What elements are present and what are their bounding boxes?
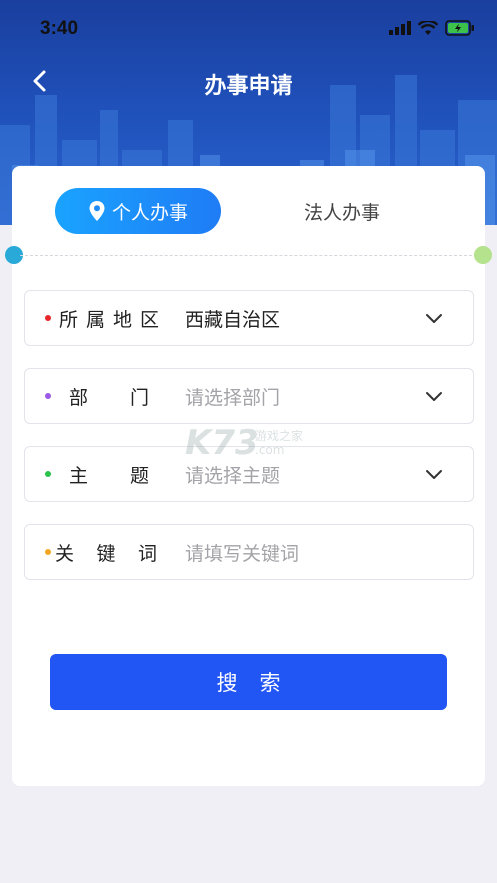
search-button[interactable]: 搜索 <box>50 654 447 710</box>
required-dot <box>45 549 51 555</box>
department-placeholder: 请选择部门 <box>185 386 281 409</box>
region-select[interactable]: 所 属 地 区 西藏自治区 <box>24 290 474 346</box>
nav-bar: 办事申请 <box>0 58 497 108</box>
region-value: 西藏自治区 <box>185 308 281 331</box>
status-bar: 3:40 <box>0 0 497 58</box>
keyword-input[interactable]: 关 键 词 请填写关键词 <box>24 524 474 580</box>
keyword-label: 关 键 词 <box>55 542 157 565</box>
dashed-divider <box>20 255 477 256</box>
region-label: 所 属 地 区 <box>59 308 159 331</box>
wifi-icon <box>418 20 438 35</box>
chevron-down-icon <box>426 470 442 479</box>
form-card: 个人办事 法人办事 所 属 地 区 西藏自治区 部 门 请选择部门 主 题 请选… <box>5 166 492 786</box>
page-title: 办事申请 <box>204 74 293 99</box>
topic-placeholder: 请选择主题 <box>185 464 281 487</box>
required-dot <box>45 393 51 399</box>
topic-label: 主 题 <box>69 464 149 487</box>
signal-icon <box>389 21 411 35</box>
tab-corporate[interactable]: 法人办事 <box>282 188 402 234</box>
topic-select[interactable]: 主 题 请选择主题 <box>24 446 474 502</box>
required-dot <box>45 471 51 477</box>
status-time: 3:40 <box>40 18 79 39</box>
required-dot <box>45 315 51 321</box>
department-select[interactable]: 部 门 请选择部门 <box>24 368 474 424</box>
chevron-down-icon <box>426 314 442 323</box>
tab-personal[interactable]: 个人办事 <box>55 188 221 234</box>
tab-bar: 个人办事 法人办事 <box>12 188 485 236</box>
chevron-down-icon <box>426 392 442 401</box>
department-label: 部 门 <box>69 386 149 409</box>
status-icons <box>389 20 475 36</box>
keyword-placeholder[interactable]: 请填写关键词 <box>185 539 473 566</box>
tab-corporate-label: 法人办事 <box>303 201 380 224</box>
ticket-notch-right <box>474 246 492 264</box>
battery-icon <box>445 20 474 36</box>
location-pin-icon <box>89 201 105 221</box>
tab-personal-label: 个人办事 <box>111 201 188 224</box>
